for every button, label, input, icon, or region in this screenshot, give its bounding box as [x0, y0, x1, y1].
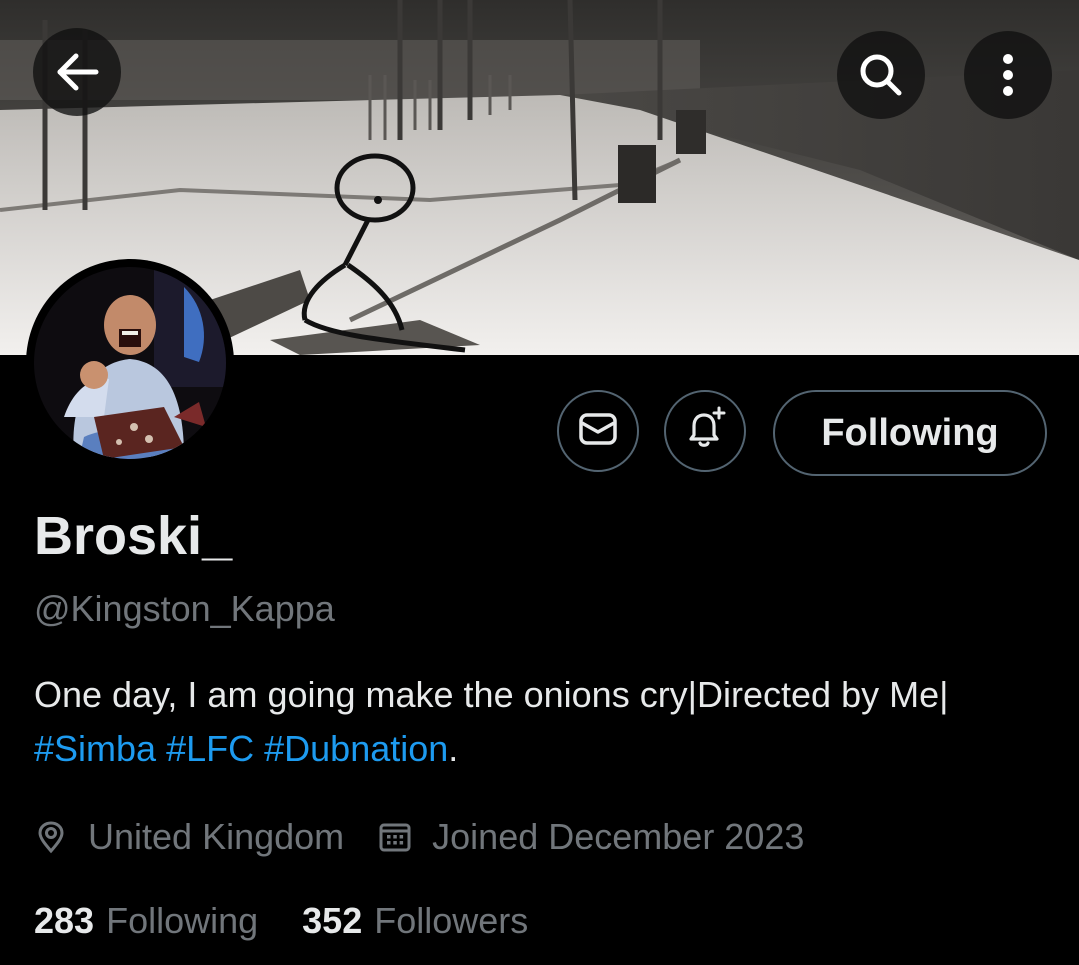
search-button[interactable] — [837, 31, 925, 119]
followers-count: 352 — [302, 900, 363, 941]
location-text: United Kingdom — [88, 816, 345, 857]
display-name: Broski_ — [34, 506, 233, 566]
bell-plus-icon — [681, 405, 729, 458]
following-count: 283 — [34, 900, 95, 941]
calendar-icon — [378, 820, 412, 854]
bio-suffix: . — [448, 728, 459, 769]
message-button[interactable] — [557, 390, 639, 472]
profile-avatar[interactable] — [26, 259, 234, 467]
followers-stat-link[interactable]: 352 Followers — [302, 900, 528, 942]
followers-label: Followers — [374, 900, 529, 941]
user-handle: @Kingston_Kappa — [34, 588, 335, 629]
hashtag-link-lfc[interactable]: #LFC — [166, 728, 254, 769]
profile-stats: 283 Following 352 Followers — [34, 896, 528, 946]
avatar-image — [34, 267, 226, 459]
following-stat-link[interactable]: 283 Following — [34, 900, 258, 942]
hashtag-link-simba[interactable]: #Simba — [34, 728, 156, 769]
following-button[interactable]: Following — [773, 390, 1047, 476]
notify-button[interactable] — [664, 390, 746, 472]
more-options-button[interactable] — [964, 31, 1052, 119]
more-vertical-icon — [983, 50, 1033, 100]
arrow-left-icon — [52, 47, 102, 97]
bio-text: One day, I am going make the onions cry|… — [34, 674, 949, 715]
search-icon — [856, 50, 906, 100]
back-button[interactable] — [33, 28, 121, 116]
envelope-icon — [576, 407, 620, 456]
following-label: Following — [106, 900, 259, 941]
profile-meta: United Kingdom Joined December 2023 — [34, 812, 804, 862]
location-pin-icon — [34, 820, 68, 854]
hashtag-link-dubnation[interactable]: #Dubnation — [264, 728, 448, 769]
profile-bio: One day, I am going make the onions cry|… — [34, 668, 1044, 776]
joined-date-text: Joined December 2023 — [432, 816, 805, 857]
